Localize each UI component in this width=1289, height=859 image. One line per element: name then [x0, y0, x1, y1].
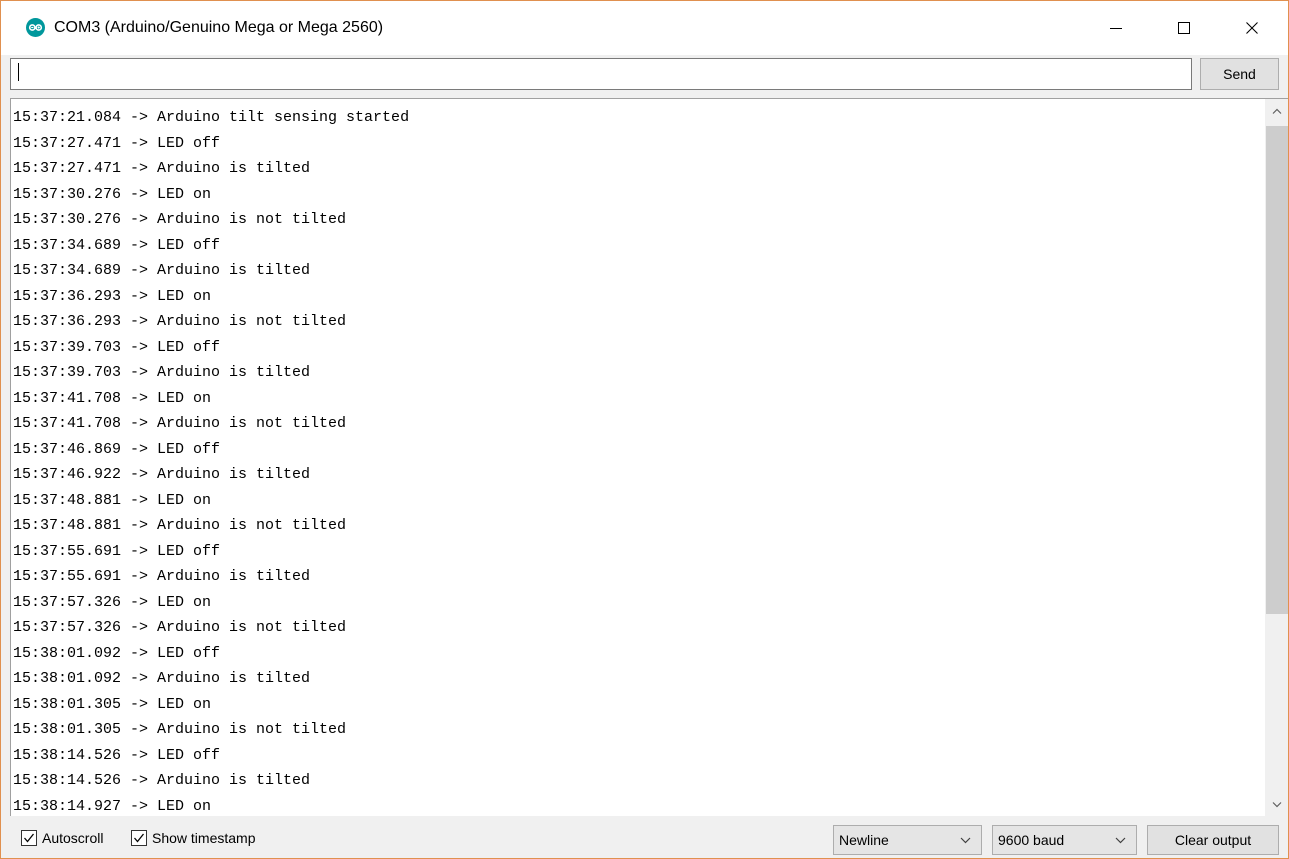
- scrollbar-thumb[interactable]: [1266, 126, 1288, 614]
- line-ending-value: Newline: [839, 832, 889, 848]
- serial-send-input[interactable]: [10, 58, 1192, 90]
- output-line: 15:38:14.526 -> Arduino is tilted: [13, 772, 311, 789]
- text-caret: [18, 63, 19, 81]
- clear-output-button[interactable]: Clear output: [1147, 825, 1279, 855]
- vertical-scrollbar[interactable]: [1265, 99, 1288, 816]
- output-line: 15:37:41.708 -> LED on: [13, 389, 212, 407]
- chevron-down-icon: [1115, 837, 1126, 844]
- autoscroll-option[interactable]: Autoscroll: [21, 830, 103, 846]
- serial-output[interactable]: 15:37:21.084 -> Arduino tilt sensing sta…: [10, 98, 1288, 816]
- chevron-down-icon: [1272, 802, 1282, 808]
- output-line: 15:37:41.708 -> Arduino is not tilted: [13, 415, 347, 432]
- serial-monitor-window: COM3 (Arduino/Genuino Mega or Mega 2560)…: [0, 0, 1289, 859]
- output-line: 15:37:48.881 -> Arduino is not tilted: [13, 517, 347, 534]
- minimize-icon: [1110, 28, 1122, 29]
- output-line: 15:37:30.276 -> Arduino is not tilted: [13, 211, 347, 228]
- autoscroll-checkbox[interactable]: [21, 830, 37, 846]
- scroll-up-button[interactable]: [1265, 99, 1288, 123]
- maximize-button[interactable]: [1155, 1, 1213, 55]
- minimize-button[interactable]: [1087, 1, 1145, 55]
- chevron-up-icon: [1272, 108, 1282, 114]
- baud-rate-select[interactable]: 9600 baud: [992, 825, 1137, 855]
- send-button[interactable]: Send: [1200, 58, 1279, 90]
- show-timestamp-option[interactable]: Show timestamp: [131, 830, 255, 846]
- output-line: 15:38:01.305 -> Arduino is not tilted: [13, 721, 347, 738]
- output-line: 15:37:57.326 -> Arduino is not tilted: [13, 619, 347, 636]
- output-line: 15:37:30.276 -> LED on: [13, 185, 212, 203]
- output-line: 15:37:46.922 -> Arduino is tilted: [13, 466, 311, 483]
- output-line: 15:38:01.092 -> Arduino is tilted: [13, 670, 311, 687]
- checkmark-icon: [24, 833, 35, 843]
- output-line: 15:38:01.305 -> LED on: [13, 695, 212, 713]
- output-line: 15:37:55.691 -> Arduino is tilted: [13, 568, 311, 585]
- output-line: 15:38:14.927 -> LED on: [13, 797, 212, 815]
- output-line: 15:37:36.293 -> Arduino is not tilted: [13, 313, 347, 330]
- output-line: 15:37:21.084 -> Arduino tilt sensing sta…: [13, 109, 410, 126]
- output-line: 15:37:48.881 -> LED on: [13, 491, 212, 509]
- output-lines: 15:37:21.084 -> Arduino tilt sensing sta…: [13, 105, 1261, 816]
- output-line: 15:38:01.092 -> LED off: [13, 644, 221, 662]
- close-icon: [1246, 22, 1258, 34]
- title-bar[interactable]: COM3 (Arduino/Genuino Mega or Mega 2560): [1, 1, 1288, 55]
- show-timestamp-checkbox[interactable]: [131, 830, 147, 846]
- output-line: 15:37:57.326 -> LED on: [13, 593, 212, 611]
- send-row: Send: [1, 55, 1288, 97]
- maximize-icon: [1178, 22, 1190, 34]
- output-line: 15:37:46.869 -> LED off: [13, 440, 221, 458]
- status-bar: Autoscroll Show timestamp Newline 9600 b…: [1, 816, 1288, 858]
- window-title: COM3 (Arduino/Genuino Mega or Mega 2560): [54, 19, 384, 36]
- output-line: 15:37:39.703 -> LED off: [13, 338, 221, 356]
- output-line: 15:37:27.471 -> Arduino is tilted: [13, 160, 311, 177]
- autoscroll-label: Autoscroll: [42, 830, 104, 846]
- chevron-down-icon: [960, 837, 971, 844]
- output-line: 15:37:34.689 -> Arduino is tilted: [13, 262, 311, 279]
- checkmark-icon: [134, 833, 145, 843]
- line-ending-select[interactable]: Newline: [833, 825, 982, 855]
- arduino-logo-icon: [26, 18, 45, 37]
- baud-rate-value: 9600 baud: [998, 832, 1065, 848]
- close-button[interactable]: [1223, 1, 1281, 55]
- output-line: 15:37:34.689 -> LED off: [13, 236, 221, 254]
- output-line: 15:38:14.526 -> LED off: [13, 746, 221, 764]
- output-line: 15:37:36.293 -> LED on: [13, 287, 212, 305]
- output-line: 15:37:55.691 -> LED off: [13, 542, 221, 560]
- output-line: 15:37:39.703 -> Arduino is tilted: [13, 364, 311, 381]
- show-timestamp-label: Show timestamp: [152, 830, 256, 846]
- scroll-down-button[interactable]: [1265, 793, 1288, 816]
- output-line: 15:37:27.471 -> LED off: [13, 134, 221, 152]
